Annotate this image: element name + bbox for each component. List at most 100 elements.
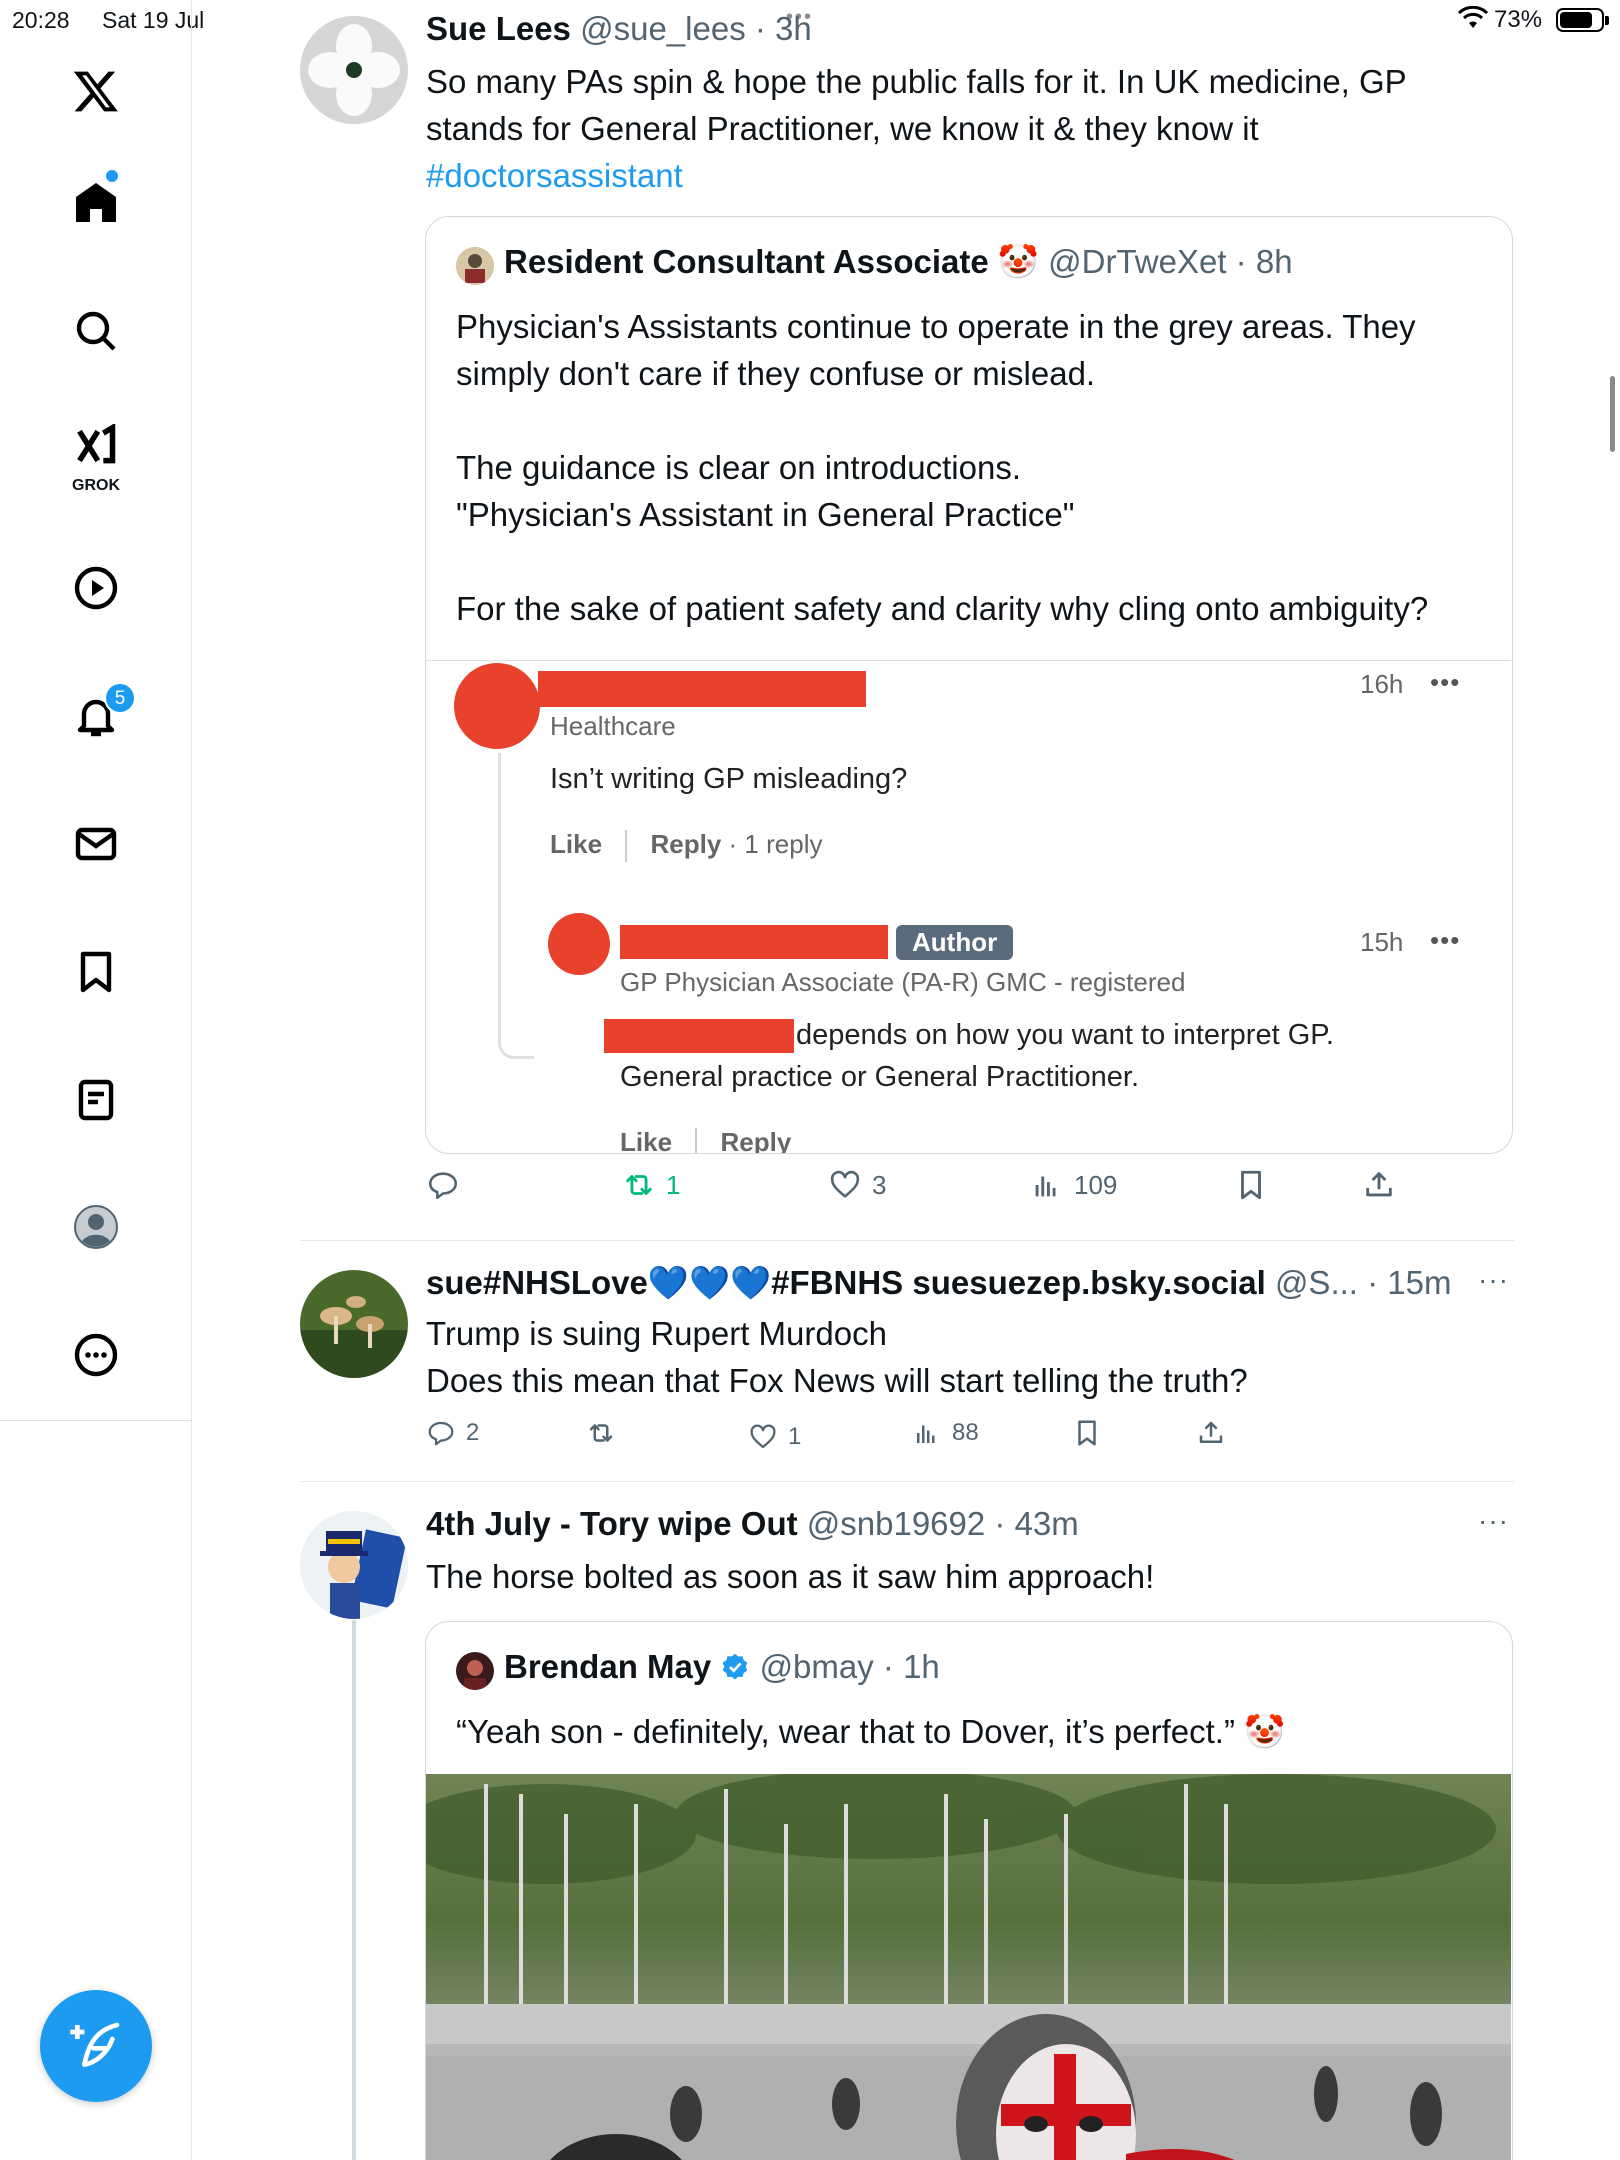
bookmark-button[interactable] [1234, 1168, 1268, 1202]
quote-avatar [456, 1652, 494, 1690]
repost-button[interactable]: 1 [622, 1168, 680, 1202]
redacted-name [538, 671, 866, 707]
comment-actions: Like Reply · 1 reply [550, 829, 822, 863]
tweet-header: 4th July - Tory wipe Out @snb19692 · 43m [426, 1505, 1079, 1543]
compose-button[interactable] [40, 1990, 152, 2102]
comment-more-icon: ••• [1430, 667, 1461, 697]
quoted-tweet[interactable]: Resident Consultant Associate 🤡 @DrTweXe… [425, 216, 1513, 1154]
comment-text: General practice or General Practitioner… [620, 1061, 1140, 1093]
view-count: 88 [952, 1419, 979, 1446]
more-icon [74, 1333, 118, 1377]
quote-text-line: "Physician's Assistant in General Practi… [456, 496, 1075, 533]
notification-badge: 5 [104, 682, 136, 714]
home-icon [76, 183, 116, 222]
nav-search[interactable] [60, 295, 132, 367]
commenter-subtitle: Healthcare [550, 711, 676, 741]
share-icon [1366, 1172, 1392, 1197]
views-button[interactable]: 88 [912, 1418, 979, 1448]
tweet-text: The horse bolted as soon as it saw him a… [426, 1553, 1154, 1600]
quote-handle-time: @DrTweXet · 8h [1048, 243, 1293, 280]
reply-label: Reply [650, 829, 722, 859]
like-count: 1 [788, 1423, 802, 1450]
nav-bookmarks[interactable] [60, 936, 132, 1008]
quote-text-line: Physician's Assistants continue to opera… [456, 308, 1416, 345]
quote-header: Brendan May @bmay · 1h [504, 1648, 940, 1686]
reply-label: Reply [720, 1127, 792, 1154]
more-options-icon[interactable]: ··· [1478, 1505, 1509, 1537]
avatar[interactable] [300, 16, 408, 124]
sidebar: GROK 5 [0, 0, 192, 2160]
quote-text: Physician's Assistants continue to opera… [456, 303, 1428, 632]
nav-video[interactable] [60, 552, 132, 624]
author-tag: Author [896, 925, 1014, 960]
compose-icon [70, 2022, 120, 2067]
nav-home[interactable] [60, 166, 132, 238]
display-name[interactable]: sue#NHSLove💙💙💙#FBNHS suesuezep.bsky.soci… [426, 1264, 1266, 1301]
tweet-text: So many PAs spin & hope the public falls… [426, 58, 1407, 199]
reply-button[interactable]: 2 [426, 1418, 479, 1448]
like-label: Like [620, 1127, 673, 1154]
repost-button[interactable] [586, 1418, 626, 1448]
grok-label: GROK [72, 477, 120, 494]
repost-icon [589, 1424, 613, 1442]
views-button[interactable]: 109 [1030, 1168, 1117, 1202]
nav-messages[interactable] [60, 808, 132, 880]
comment-time: 16h [1360, 669, 1404, 699]
bookmark-icon [1241, 1170, 1261, 1200]
more-options-icon[interactable]: ··· [1478, 1264, 1509, 1296]
nav-profile[interactable] [60, 1191, 132, 1263]
share-button[interactable] [1362, 1168, 1396, 1202]
reply-icon [428, 1172, 458, 1200]
redacted-mention [604, 1019, 794, 1053]
like-button[interactable]: 3 [828, 1168, 886, 1202]
tweet[interactable]: 4th July - Tory wipe Out @snb19692 · 43m… [300, 1481, 1514, 2160]
heart-icon [830, 1170, 860, 1198]
hashtag-link[interactable]: #doctorsassistant [426, 152, 1407, 199]
tweet-text: Trump is suing Rupert Murdoch Does this … [426, 1310, 1248, 1404]
display-name[interactable]: 4th July - Tory wipe Out [426, 1505, 798, 1542]
reply-button[interactable] [426, 1168, 470, 1202]
tweet-text-line: stands for General Practitioner, we know… [426, 110, 1259, 147]
x-logo-icon[interactable] [60, 55, 132, 127]
like-label: Like [550, 829, 603, 859]
repost-count: 1 [666, 1169, 681, 1200]
nav-more[interactable] [60, 1319, 132, 1391]
nav-notifications[interactable]: 5 [60, 680, 136, 752]
bookmark-icon [80, 951, 112, 993]
quote-photo[interactable] [426, 1774, 1511, 2160]
quote-text-line: simply don't care if they confuse or mis… [456, 355, 1096, 392]
quote-display-name: Brendan May [504, 1648, 712, 1685]
scroll-indicator[interactable] [1610, 376, 1615, 452]
share-button[interactable] [1196, 1418, 1226, 1448]
tweet-actions: 2 1 88 [426, 1418, 1496, 1466]
sidebar-divider [0, 1420, 192, 1421]
handle-time[interactable]: @snb19692 · 43m [807, 1505, 1079, 1542]
nav-lists[interactable] [60, 1064, 132, 1136]
comment-text: depends on how you want to interpret GP. [796, 1019, 1334, 1051]
verified-badge-icon [723, 1653, 748, 1680]
heart-icon [750, 1424, 776, 1449]
avatar[interactable] [300, 1511, 408, 1619]
comment-more-icon: ••• [1430, 925, 1461, 955]
tweet[interactable]: sue#NHSLove💙💙💙#FBNHS suesuezep.bsky.soci… [300, 1240, 1514, 1480]
tweet[interactable]: Sue Lees @sue_lees · 3h So many PAs spin… [300, 0, 1514, 1240]
like-button[interactable]: 1 [748, 1422, 801, 1452]
display-name[interactable]: Sue Lees [426, 10, 571, 47]
quote-header: Resident Consultant Associate 🤡 @DrTweXe… [504, 243, 1293, 282]
quoted-tweet[interactable]: Brendan May @bmay · 1h “Yeah son - defin… [425, 1621, 1513, 2160]
bookmark-button[interactable] [1072, 1418, 1102, 1448]
handle-time[interactable]: @S... · 15m [1275, 1264, 1452, 1301]
nav-grok[interactable]: GROK [60, 420, 132, 494]
handle-time[interactable]: @sue_lees · 3h [580, 10, 812, 47]
avatar[interactable] [300, 1270, 408, 1378]
search-icon [76, 311, 116, 351]
like-count: 3 [872, 1169, 887, 1200]
profile-icon [74, 1205, 118, 1249]
tweet-text-line: So many PAs spin & hope the public falls… [426, 63, 1407, 100]
tweet-header: Sue Lees @sue_lees · 3h [426, 10, 812, 48]
mail-icon [75, 827, 117, 861]
view-count: 109 [1074, 1169, 1118, 1200]
quote-avatar [456, 247, 494, 285]
tweet-text-line: Does this mean that Fox News will start … [426, 1362, 1248, 1399]
quote-text-line: For the sake of patient safety and clari… [456, 590, 1429, 627]
